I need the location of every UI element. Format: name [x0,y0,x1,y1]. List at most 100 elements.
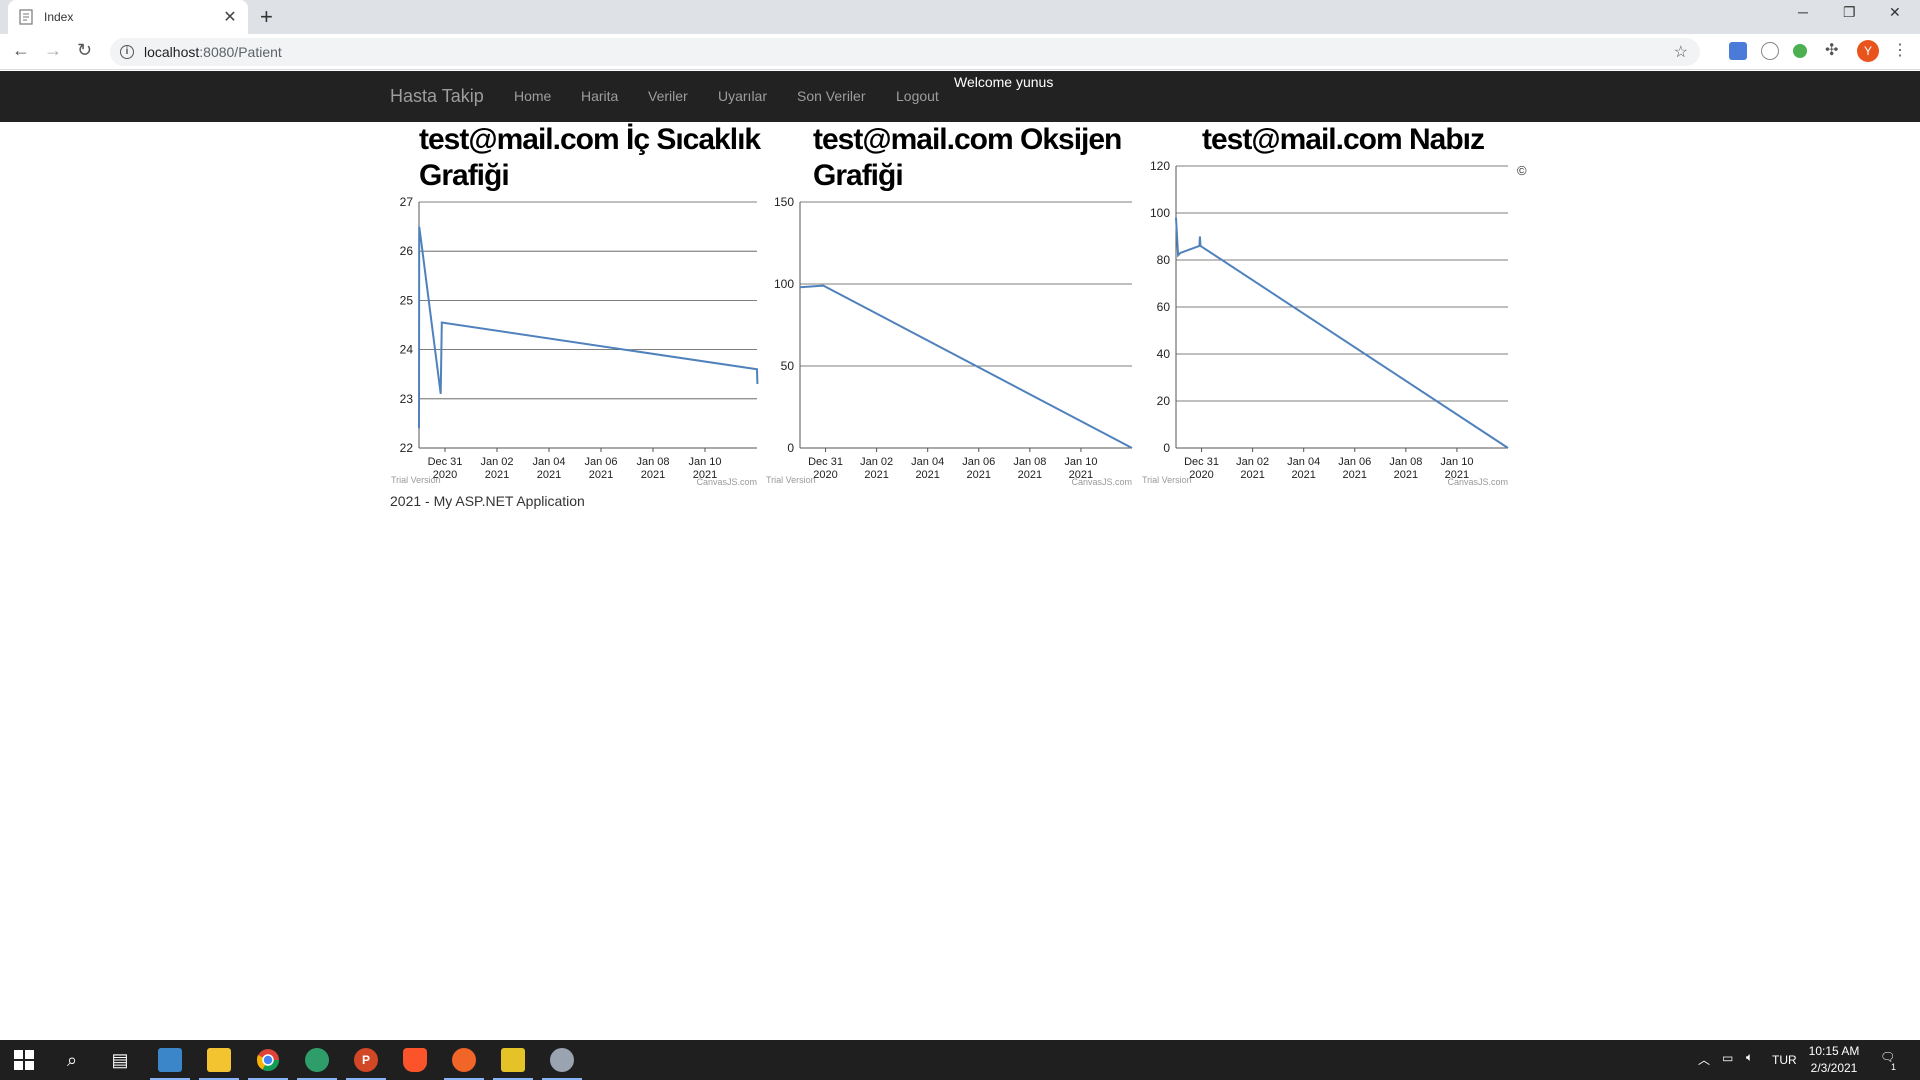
x-tick-label: Jan 02 [1236,456,1269,468]
brave-icon[interactable] [403,1048,427,1072]
windows-start-icon[interactable] [12,1048,36,1072]
bookmark-star-icon[interactable]: ☆ [1674,42,1688,62]
network-icon[interactable]: ▭ [1722,1051,1733,1065]
x-tick-label: Jan 08 [1389,456,1422,468]
x-tick-label-year: 2021 [1018,469,1042,481]
x-tick-label-year: 2020 [813,469,837,481]
x-tick-label: Jan 10 [1440,456,1473,468]
x-tick-label-year: 2021 [589,469,613,481]
x-tick-label: Jan 08 [636,456,669,468]
x-tick-label: Jan 06 [584,456,617,468]
x-tick-label-year: 2021 [1394,469,1418,481]
y-tick-label: 100 [774,277,794,291]
y-tick-label: 50 [781,359,795,373]
x-tick-label: Jan 08 [1013,456,1046,468]
browser-tab-bar: Index ✕ + ─ ❐ ✕ [0,0,1920,34]
x-tick-label: Jan 02 [860,456,893,468]
chart-plot: 020406080100120Dec 312020Jan 022021Jan 0… [1142,159,1509,487]
trial-version-label: Trial Version [766,475,816,485]
canvasjs-credit: CanvasJS.com [1447,477,1508,487]
maps-extension-icon[interactable] [1761,42,1779,60]
status-extension-icon[interactable] [1793,44,1807,58]
y-tick-label: 120 [1150,159,1170,173]
url-path: :8080/Patient [199,44,282,60]
x-tick-label: Jan 06 [962,456,995,468]
app-grey-icon[interactable] [550,1048,574,1072]
x-tick-label-year: 2021 [864,469,888,481]
restore-icon[interactable]: ❐ [1843,4,1856,21]
x-tick-label: Jan 04 [911,456,944,468]
nav-link-son-veriler[interactable]: Son Veriler [797,88,865,104]
x-tick-label-year: 2020 [1189,469,1213,481]
app-green-icon[interactable] [305,1048,329,1072]
url-host: localhost [144,44,200,60]
chart-pulse: test@mail.com Nabız 0 20 40 60 80 100 120 Dec 3… [1136,122,1516,492]
app-yellow-icon[interactable] [501,1048,525,1072]
x-tick-label: Jan 02 [480,456,513,468]
profile-avatar[interactable]: Y [1857,40,1879,62]
y-tick-label: 26 [400,244,414,258]
tab-title: Index [44,10,74,24]
tray-chevron-icon[interactable]: ︿ [1698,1051,1710,1068]
language-indicator[interactable]: TUR [1772,1053,1797,1067]
volume-icon[interactable]: 🔈︎ [1746,1050,1753,1065]
y-tick-label: 27 [400,195,414,209]
back-icon[interactable]: ← [12,40,30,61]
x-tick-label: Jan 04 [532,456,565,468]
copyright-symbol: © [1517,163,1527,178]
nav-link-veriler[interactable]: Veriler [648,88,688,104]
trial-version-label: Trial Version [1142,475,1192,485]
x-tick-label: Jan 06 [1338,456,1371,468]
x-tick-label: Jan 10 [1064,456,1097,468]
chart-plot: 050100150Dec 312020Jan 022021Jan 042021J… [766,195,1133,487]
translate-extension-icon[interactable] [1729,42,1747,60]
browser-menu-icon[interactable]: ⋮ [1892,40,1910,59]
url-input[interactable]: i localhost:8080/Patient ☆ [110,38,1700,66]
trial-version-label: Trial Version [391,475,441,485]
y-tick-label: 80 [1157,253,1171,267]
info-icon[interactable]: i [120,45,134,59]
x-tick-label-year: 2021 [1240,469,1264,481]
y-tick-label: 60 [1157,300,1171,314]
file-explorer-icon[interactable] [207,1048,231,1072]
welcome-text: Welcome yunus [954,74,1054,90]
clock-date[interactable]: 2/3/2021 [1806,1061,1862,1075]
browser-tab[interactable]: Index ✕ [8,0,248,34]
extensions-puzzle-icon[interactable]: ✣ [1825,40,1843,59]
window-close-icon[interactable]: ✕ [1889,4,1901,21]
nav-link-logout[interactable]: Logout [896,88,939,104]
nav-link-uyarilar[interactable]: Uyarılar [718,88,767,104]
nav-link-harita[interactable]: Harita [581,88,618,104]
y-tick-label: 22 [400,441,414,455]
new-tab-icon[interactable]: + [260,4,273,30]
x-tick-label: Dec 31 [808,456,843,468]
y-tick-label: 25 [400,293,414,307]
app-orange-icon[interactable] [452,1048,476,1072]
x-tick-label: Dec 31 [428,456,463,468]
minimize-icon[interactable]: ─ [1798,4,1808,20]
search-icon[interactable]: ⌕ [60,1048,84,1072]
file-app-icon[interactable] [158,1048,182,1072]
brand-link[interactable]: Hasta Takip [390,86,484,107]
y-tick-label: 24 [400,343,414,357]
x-tick-label: Dec 31 [1184,456,1219,468]
x-tick-label: Jan 10 [688,456,721,468]
y-tick-label: 150 [774,195,794,209]
canvasjs-credit: CanvasJS.com [696,477,757,487]
series-line [418,226,759,429]
x-tick-label-year: 2021 [537,469,561,481]
task-view-icon[interactable]: ▤ [108,1048,132,1072]
nav-link-home[interactable]: Home [514,88,551,104]
forward-icon[interactable]: → [44,40,62,61]
chrome-icon[interactable] [256,1048,280,1072]
y-tick-label: 20 [1157,394,1171,408]
app-navbar: Hasta Takip Home Harita Veriler Uyarılar… [0,71,1920,122]
clock-time[interactable]: 10:15 AM [1806,1044,1862,1058]
reload-icon[interactable]: ↻ [77,40,92,61]
chart-plot: 222324252627Dec 312020Jan 022021Jan 0420… [391,195,759,487]
x-tick-label-year: 2021 [1291,469,1315,481]
x-tick-label-year: 2021 [641,469,665,481]
tab-close-icon[interactable]: ✕ [222,7,238,27]
canvasjs-credit: CanvasJS.com [1071,477,1132,487]
powerpoint-icon[interactable]: P [354,1048,378,1072]
